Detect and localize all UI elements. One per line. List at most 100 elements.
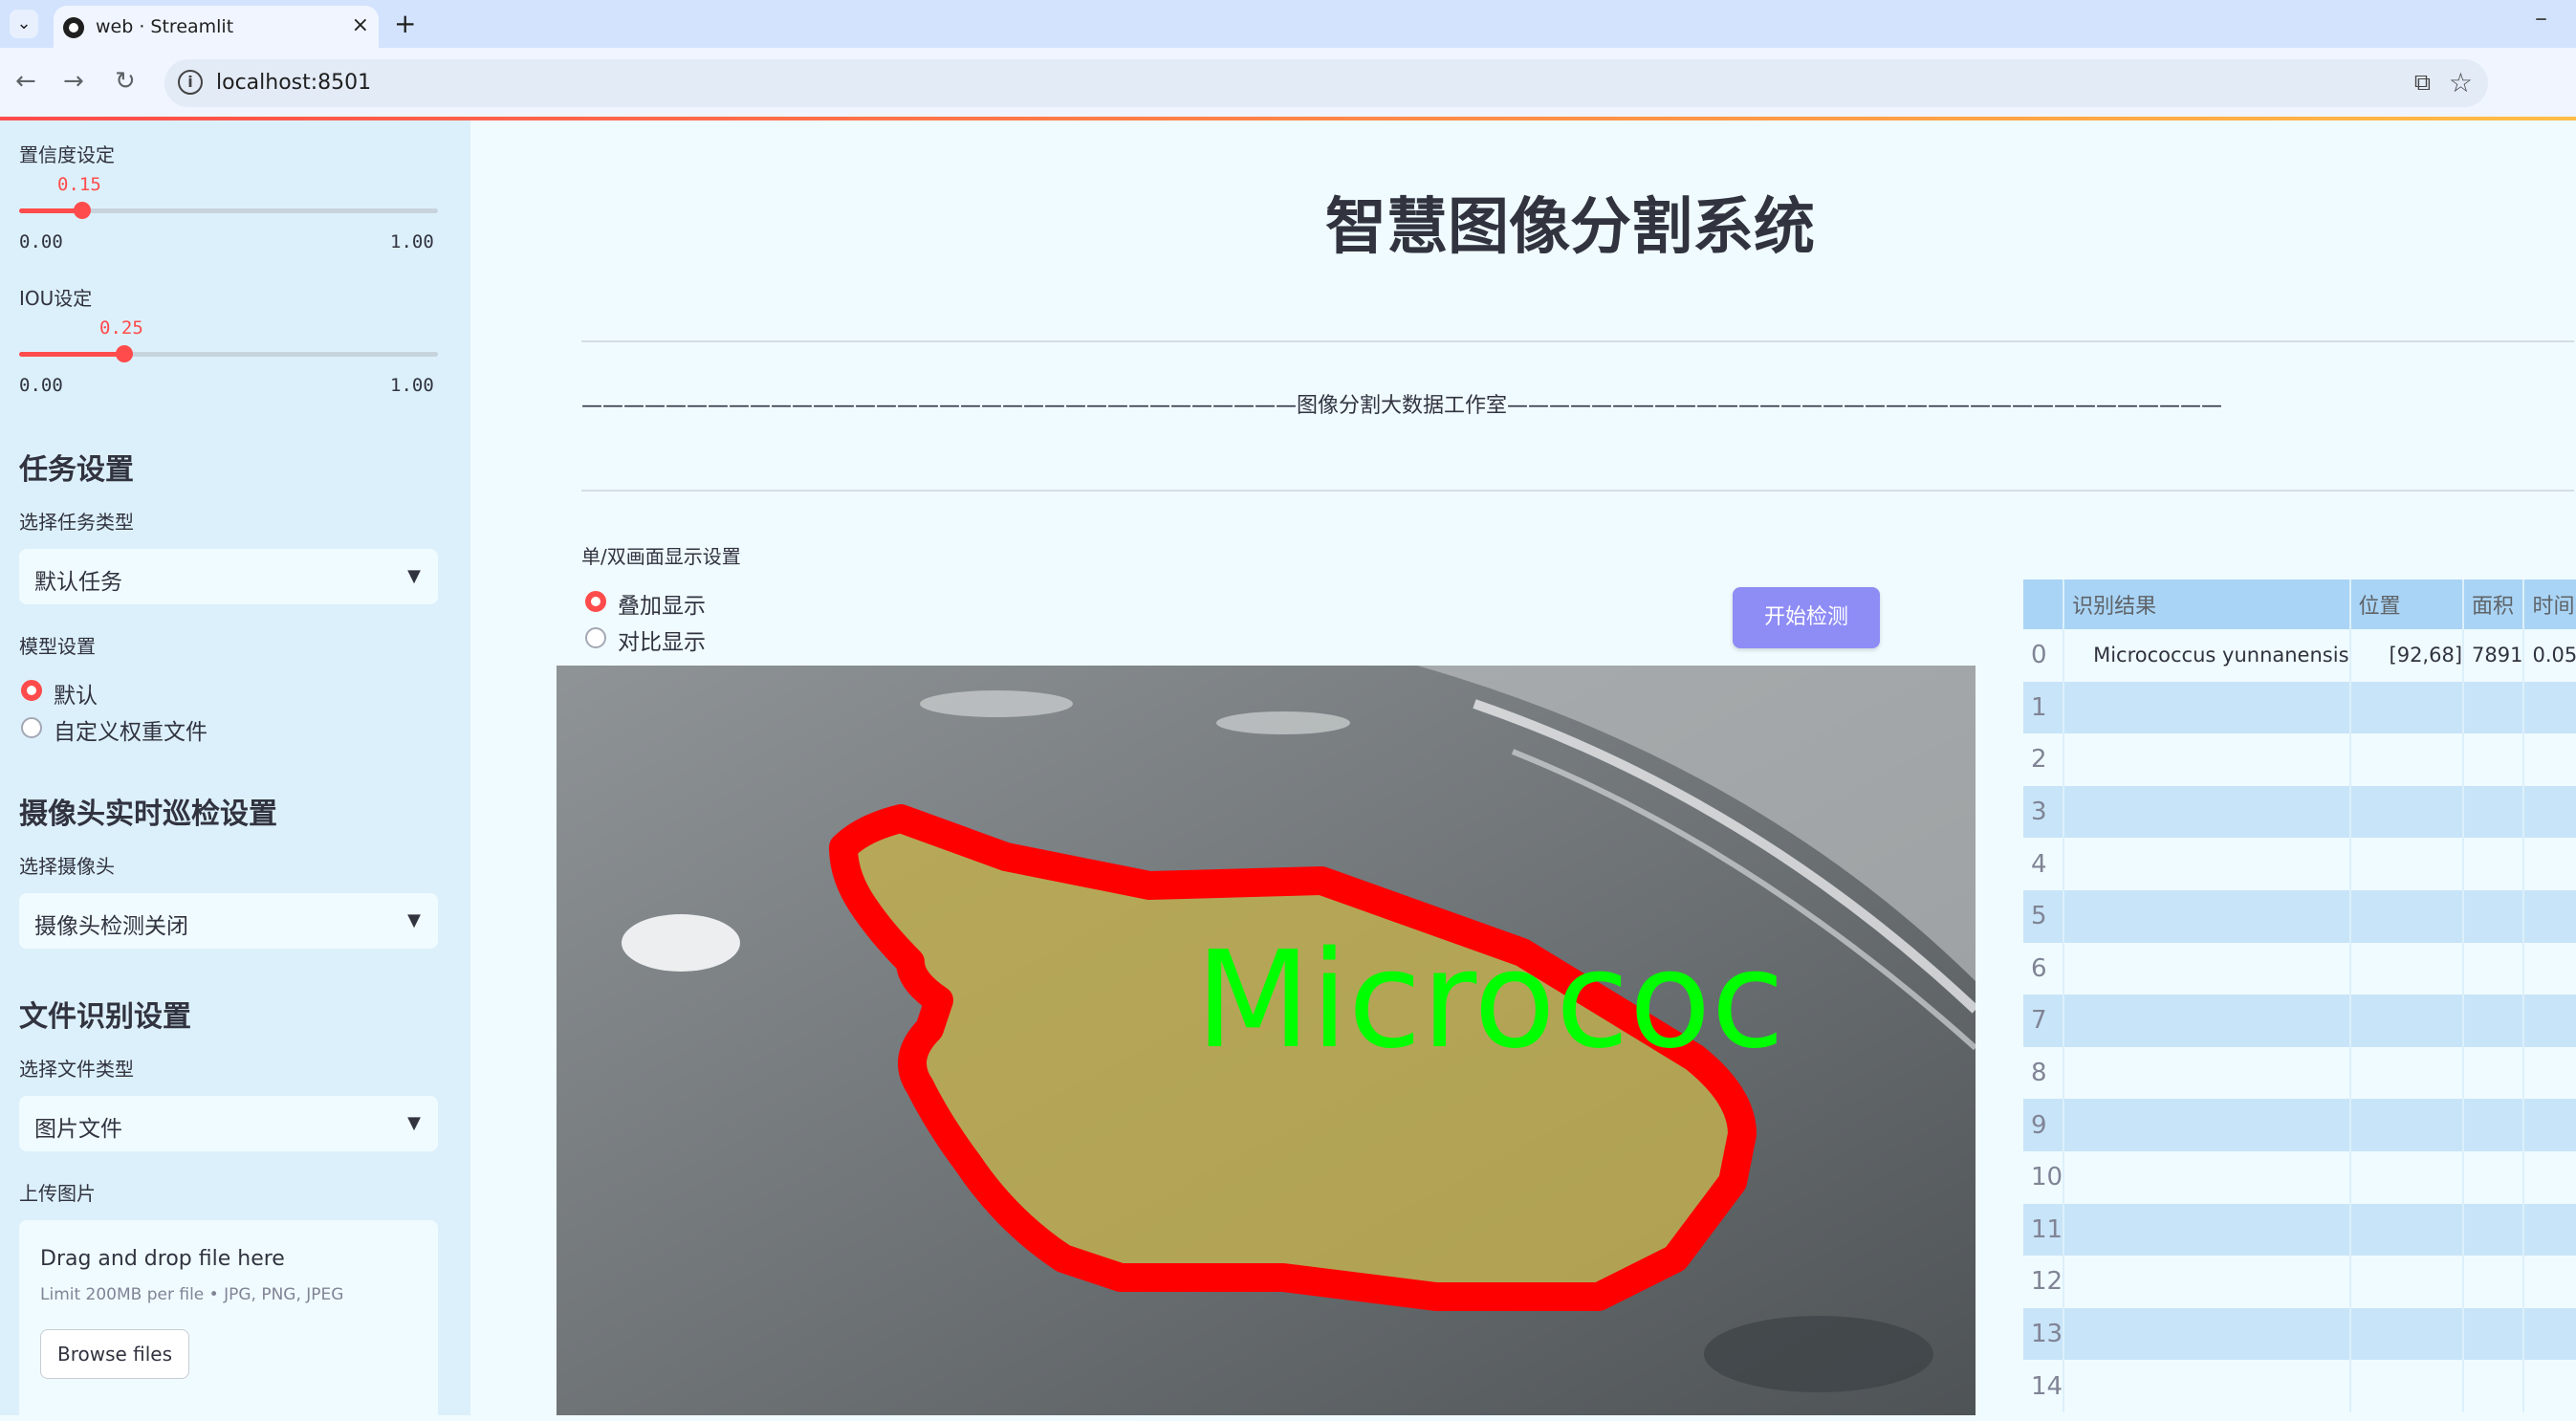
table-row[interactable]: 14 — [2023, 1360, 2576, 1412]
confidence-value: 0.15 — [57, 174, 101, 195]
task-select[interactable]: 默认任务 ▼ — [19, 549, 438, 604]
task-select-value: 默认任务 — [34, 570, 122, 595]
display-option-overlay[interactable]: 叠加显示 — [618, 587, 706, 620]
row-time — [2523, 681, 2576, 734]
column-header-time[interactable]: 时间 — [2523, 579, 2576, 629]
row-area — [2463, 681, 2525, 734]
row-position — [2349, 1203, 2465, 1257]
site-info-icon[interactable]: i — [178, 70, 203, 95]
confidence-slider[interactable] — [19, 202, 438, 219]
table-row[interactable]: 7 — [2023, 995, 2576, 1047]
table-row[interactable]: 11 — [2023, 1203, 2576, 1257]
model-label: 模型设置 — [19, 635, 96, 658]
confidence-slider-thumb[interactable] — [73, 202, 91, 219]
display-radio-overlay[interactable] — [585, 591, 606, 612]
row-position — [2349, 889, 2465, 943]
minimize-icon[interactable]: – — [2535, 4, 2547, 33]
browser-toolbar: ← → ↻ i localhost:8501 ⧉ ☆ — [0, 48, 2576, 117]
file-dropzone[interactable]: Drag and drop file here Limit 200MB per … — [19, 1220, 438, 1421]
chevron-down-icon: ▼ — [407, 910, 421, 930]
row-index: 14 — [2023, 1360, 2065, 1412]
file-select[interactable]: 图片文件 ▼ — [19, 1096, 438, 1151]
row-time — [2523, 1360, 2576, 1412]
chevron-down-icon: ▼ — [407, 1113, 421, 1133]
row-result — [2063, 733, 2351, 786]
iou-slider[interactable] — [19, 345, 438, 362]
row-result — [2063, 838, 2351, 890]
table-row[interactable]: 1 — [2023, 681, 2576, 734]
row-time — [2523, 838, 2576, 890]
row-time — [2523, 1256, 2576, 1308]
row-time — [2523, 995, 2576, 1047]
table-row[interactable]: 6 — [2023, 942, 2576, 995]
table-row[interactable]: 2 — [2023, 733, 2576, 786]
table-row[interactable]: 3 — [2023, 785, 2576, 839]
start-detection-button[interactable]: 开始检测 — [1733, 587, 1880, 648]
dropzone-limit: Limit 200MB per file • JPG, PNG, JPEG — [40, 1285, 344, 1304]
model-radio-default[interactable] — [21, 680, 42, 701]
table-row[interactable]: 8 — [2023, 1046, 2576, 1100]
table-row[interactable]: 9 — [2023, 1099, 2576, 1151]
file-heading: 文件识别设置 — [19, 1000, 191, 1034]
address-bar[interactable]: i localhost:8501 ⧉ ☆ — [164, 59, 2488, 107]
row-area — [2463, 1046, 2525, 1100]
table-body: 0 Micrococcus yunnanensis [92,68] 7891 0.05 1… — [2023, 629, 2576, 1412]
row-position — [2349, 681, 2465, 734]
tab-strip: ⌄ web · Streamlit × + – — [0, 0, 2576, 48]
browse-files-button[interactable]: Browse files — [40, 1329, 189, 1379]
column-header-area[interactable]: 面积 — [2463, 579, 2525, 629]
model-option-default[interactable]: 默认 — [54, 677, 98, 710]
star-icon[interactable]: ☆ — [2449, 67, 2473, 98]
display-radio-compare[interactable] — [585, 627, 606, 648]
iou-slider-thumb[interactable] — [115, 345, 133, 362]
row-result — [2063, 942, 2351, 995]
model-radio-custom[interactable] — [21, 717, 42, 738]
results-table[interactable]: 识别结果 位置 面积 时间 0 Micrococcus yunnanensis [9… — [2023, 579, 2576, 1415]
row-area — [2463, 1360, 2525, 1412]
iou-slider-fill — [19, 352, 124, 357]
table-row[interactable]: 12 — [2023, 1256, 2576, 1308]
glare-spot — [1216, 711, 1350, 734]
table-row[interactable]: 5 — [2023, 889, 2576, 943]
reload-icon[interactable]: ↻ — [115, 67, 136, 96]
row-index: 10 — [2023, 1150, 2065, 1204]
table-row[interactable]: 13 — [2023, 1307, 2576, 1361]
confidence-min: 0.00 — [19, 231, 63, 252]
model-option-custom[interactable]: 自定义权重文件 — [54, 713, 207, 746]
table-row[interactable]: 0 Micrococcus yunnanensis [92,68] 7891 0.05 — [2023, 629, 2576, 682]
column-header-position[interactable]: 位置 — [2349, 579, 2465, 629]
row-index: 6 — [2023, 942, 2065, 995]
divider-line — [581, 490, 2574, 492]
iou-min: 0.00 — [19, 375, 63, 396]
row-result — [2063, 1203, 2351, 1257]
translate-icon[interactable]: ⧉ — [2414, 69, 2431, 96]
row-position — [2349, 838, 2465, 890]
back-icon[interactable]: ← — [15, 67, 36, 96]
table-row[interactable]: 4 — [2023, 838, 2576, 890]
tab-list-icon[interactable]: ⌄ — [10, 10, 38, 38]
display-option-compare[interactable]: 对比显示 — [618, 623, 706, 656]
row-area — [2463, 995, 2525, 1047]
table-row[interactable]: 10 — [2023, 1150, 2576, 1204]
confidence-slider-fill — [19, 208, 82, 213]
display-mode-label: 单/双画面显示设置 — [581, 545, 741, 568]
column-header-result[interactable]: 识别结果 — [2063, 579, 2351, 629]
camera-select-label: 选择摄像头 — [19, 855, 115, 878]
camera-select[interactable]: 摄像头检测关闭 ▼ — [19, 893, 438, 949]
row-index: 1 — [2023, 681, 2065, 734]
close-icon[interactable]: × — [352, 13, 369, 37]
divider-line — [581, 340, 2574, 342]
row-area — [2463, 942, 2525, 995]
row-index: 2 — [2023, 733, 2065, 786]
segmentation-result-image: Micrococ — [557, 666, 1976, 1415]
row-index: 5 — [2023, 889, 2065, 943]
forward-icon[interactable]: → — [63, 67, 84, 96]
row-area: 7891 — [2463, 629, 2525, 682]
row-area — [2463, 1099, 2525, 1151]
url-text[interactable]: localhost:8501 — [216, 71, 371, 95]
dropzone-title: Drag and drop file here — [40, 1247, 285, 1271]
row-result — [2063, 889, 2351, 943]
browser-tab[interactable]: web · Streamlit × — [54, 6, 379, 48]
row-position: [92,68] — [2349, 629, 2465, 682]
new-tab-icon[interactable]: + — [394, 8, 416, 39]
